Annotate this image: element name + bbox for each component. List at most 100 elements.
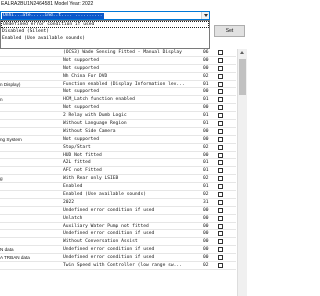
row-checkbox[interactable] — [218, 255, 223, 261]
table-row[interactable]: Without Side Camera 00 — [0, 128, 236, 136]
parameter-name: n Display) — [0, 81, 21, 87]
table-row[interactable]: A2L fitted 01 — [0, 159, 236, 168]
row-checkbox[interactable] — [218, 81, 223, 87]
table-row[interactable]: n HCM_Latch function enabled 01 — [0, 96, 236, 105]
parameter-value[interactable]: AFC not Fitted — [63, 167, 203, 174]
parameter-value[interactable]: Without Language Region — [63, 120, 203, 127]
table-row[interactable]: 2022 31 — [0, 199, 236, 207]
dropdown-option[interactable]: Undefined error condition if used — [1, 21, 209, 28]
scroll-thumb[interactable] — [239, 59, 246, 95]
parameter-value[interactable]: 2022 — [63, 199, 203, 206]
table-row[interactable]: n Display) Function enabled (Display Info… — [0, 81, 236, 89]
parameter-code: 02 — [203, 144, 209, 150]
parameter-value[interactable]: Not supported — [63, 88, 203, 95]
parameter-code: 00 — [203, 65, 209, 71]
table-row[interactable]: Undefined error condition if used 00 — [0, 230, 236, 239]
row-checkbox[interactable] — [218, 215, 223, 221]
parameter-value[interactable]: Nh China For DVD — [63, 73, 203, 80]
table-row[interactable]: Not supported 00 — [0, 104, 236, 113]
parameter-value[interactable]: HCM_Latch function enabled — [63, 96, 203, 103]
row-checkbox[interactable] — [218, 184, 223, 190]
row-checkbox[interactable] — [218, 50, 223, 55]
parameter-value[interactable]: Not supported — [63, 104, 203, 111]
set-button[interactable]: Set — [214, 25, 245, 37]
row-checkbox[interactable] — [218, 239, 223, 245]
parameter-value[interactable]: Stop/Start — [63, 144, 203, 151]
row-checkbox[interactable] — [218, 65, 223, 71]
parameter-value[interactable]: Undefined error condition if used — [63, 207, 203, 214]
parameter-table: (OCS3) Wade Sensing Fitted - Manual Disp… — [0, 49, 236, 270]
row-checkbox[interactable] — [218, 136, 223, 142]
parameter-value[interactable]: (OCS3) Wade Sensing Fitted - Manual Disp… — [63, 49, 203, 56]
table-row[interactable]: Auxiliary Water Pump not fitted 00 — [0, 223, 236, 231]
table-row[interactable]: Stop/Start 02 — [0, 144, 236, 152]
parameter-value[interactable]: A2L fitted — [63, 159, 203, 166]
parameter-value[interactable]: Not supported — [63, 57, 203, 64]
parameter-value[interactable]: HUD Not fitted — [63, 152, 203, 159]
table-row[interactable]: Not supported 00 — [0, 88, 236, 97]
table-row[interactable]: ng System Not supported 00 — [0, 136, 236, 144]
table-row[interactable]: (OCS3) Wade Sensing Fitted - Manual Disp… — [0, 49, 236, 57]
table-row[interactable]: 2 Relay with Dumb Logic 01 — [0, 112, 236, 121]
table-row[interactable]: Not supported 00 — [0, 57, 236, 65]
table-row[interactable]: Enabled (Use available sounds) 02 — [0, 191, 236, 199]
table-row[interactable]: Without Conversation Assist 00 — [0, 238, 236, 247]
table-row[interactable]: HUD Not fitted 00 — [0, 152, 236, 160]
row-checkbox[interactable] — [218, 207, 223, 213]
table-row[interactable]: Without Language Region 01 — [0, 120, 236, 128]
row-checkbox[interactable] — [218, 105, 223, 111]
parameter-code: 00 — [203, 57, 209, 63]
table-row[interactable]: N data Undefined error condition if used 0… — [0, 246, 236, 255]
table-row[interactable]: Twin Speed with Controller (low range sw… — [0, 262, 236, 270]
row-checkbox[interactable] — [218, 176, 223, 182]
row-checkbox[interactable] — [218, 113, 223, 119]
parameter-value[interactable]: Unlatch — [63, 215, 203, 222]
table-row[interactable]: Enabled 01 — [0, 183, 236, 192]
row-checkbox[interactable] — [218, 160, 223, 166]
parameter-value[interactable]: Function enabled (Display Information le… — [63, 81, 203, 88]
parameter-value[interactable]: Twin Speed with Controller (low range sw… — [63, 262, 203, 269]
parameter-value[interactable]: Enabled (Use available sounds) — [63, 191, 203, 198]
row-checkbox[interactable] — [218, 231, 223, 237]
parameter-value[interactable]: Auxiliary Water Pump not fitted — [63, 223, 203, 230]
parameter-value[interactable]: With Rear only LSIEB — [63, 175, 203, 182]
table-row[interactable]: Not supported 00 — [0, 65, 236, 73]
vertical-scrollbar[interactable] — [237, 49, 247, 296]
dropdown-option[interactable]: Enabled (Use available sounds) — [1, 35, 209, 42]
dropdown-option[interactable]: Disabled (Silent) — [1, 28, 209, 35]
parameter-value[interactable]: Enabled — [63, 183, 203, 190]
row-checkbox[interactable] — [218, 144, 223, 150]
scroll-up-arrow-icon[interactable] — [238, 49, 247, 57]
parameter-value[interactable]: Without Conversation Assist — [63, 238, 203, 245]
parameter-value[interactable]: Not supported — [63, 65, 203, 72]
row-checkbox[interactable] — [218, 89, 223, 95]
row-checkbox[interactable] — [218, 247, 223, 253]
parameter-value[interactable]: Not supported — [63, 136, 203, 143]
row-checkbox[interactable] — [218, 223, 223, 229]
parameter-value[interactable]: Undefined error condition if used — [63, 254, 203, 261]
parameter-value[interactable]: Without Side Camera — [63, 128, 203, 135]
option-dropdown-list[interactable]: Undefined error condition if used Disabl… — [0, 20, 210, 49]
row-checkbox[interactable] — [218, 97, 223, 103]
row-checkbox[interactable] — [218, 121, 223, 127]
row-checkbox[interactable] — [218, 73, 223, 79]
table-row[interactable]: Nh China For DVD 02 — [0, 73, 236, 81]
table-row[interactable]: Undefined error condition if used 00 — [0, 207, 236, 215]
row-checkbox[interactable] — [218, 57, 223, 63]
row-checkbox[interactable] — [218, 199, 223, 205]
row-checkbox[interactable] — [218, 128, 223, 134]
chevron-down-icon[interactable] — [201, 12, 209, 19]
option-combobox[interactable]: Unhi...ate.....ind..t.... .......... — [0, 11, 210, 20]
parameter-value[interactable]: Undefined error condition if used — [63, 246, 203, 253]
row-checkbox[interactable] — [218, 263, 223, 269]
table-row[interactable]: g With Rear only LSIEB 02 — [0, 175, 236, 184]
parameter-value[interactable]: Undefined error condition if used — [63, 230, 203, 237]
row-checkbox[interactable] — [218, 192, 223, 198]
parameter-code: 00 — [203, 128, 209, 134]
parameter-value[interactable]: 2 Relay with Dumb Logic — [63, 112, 203, 119]
table-row[interactable]: AFC not Fitted 01 — [0, 167, 236, 176]
table-row[interactable]: Unlatch 00 — [0, 215, 236, 223]
table-row[interactable]: A TRBAN data Undefined error condition if… — [0, 254, 236, 263]
row-checkbox[interactable] — [218, 152, 223, 158]
row-checkbox[interactable] — [218, 168, 223, 174]
